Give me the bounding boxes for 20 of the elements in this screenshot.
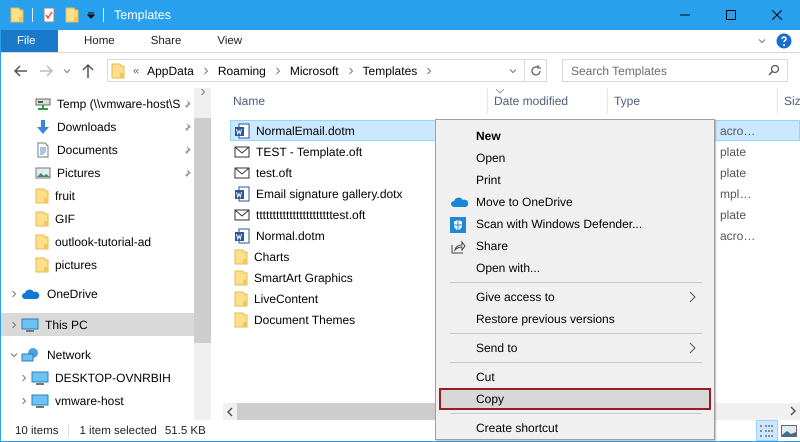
file-name: Document Themes <box>254 312 356 326</box>
file-name: NormalEmail.dotm <box>256 124 355 138</box>
file-type: mpl… <box>719 186 752 200</box>
file-name: LiveContent <box>254 292 318 306</box>
file-type: acro… <box>719 124 756 138</box>
file-type: plate <box>719 144 748 158</box>
selection-size: 51.5 KB <box>164 424 206 436</box>
file-name: Normal.dotm <box>256 228 325 242</box>
file-type: plate <box>719 208 748 222</box>
file-type: acro… <box>719 228 756 242</box>
selection-status: 1 item selected <box>79 424 157 436</box>
file-name: SmartArt Graphics <box>254 270 353 284</box>
file-name: tttttttttttttttttttttttest.oft <box>256 208 366 222</box>
file-name: test.oft <box>256 166 292 180</box>
window-title: Templates <box>114 8 171 22</box>
file-type: plate <box>719 166 748 180</box>
file-name: Email signature gallery.dotx <box>256 186 403 200</box>
file-name: TEST - Template.oft <box>256 144 362 158</box>
item-count: 10 items <box>15 424 58 436</box>
file-name: Charts <box>254 250 290 264</box>
